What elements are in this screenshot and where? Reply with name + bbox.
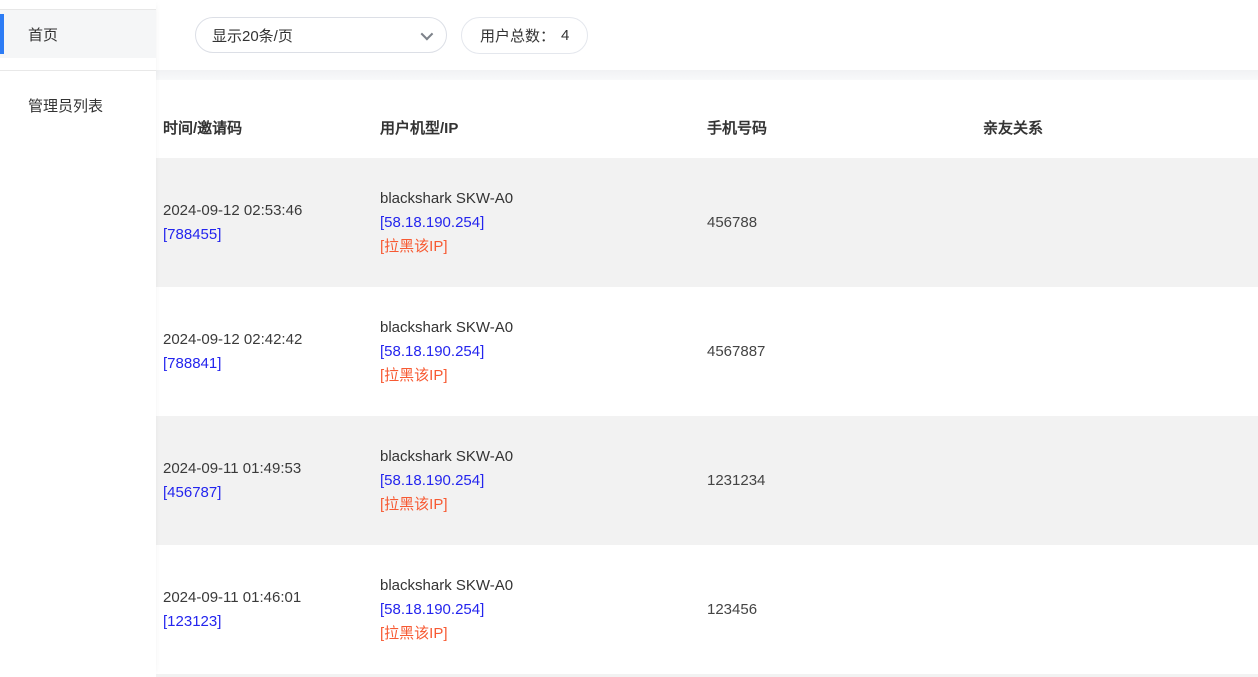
cell-time-invite: 2024-09-12 02:53:46 [788455] [163,199,380,247]
invite-code-link[interactable]: [788841] [163,352,221,376]
cell-phone: 123456 [707,601,983,618]
column-header-phone: 手机号码 [707,117,983,138]
ip-link[interactable]: [58.18.190.254] [380,340,484,364]
column-header-time-invite: 时间/邀请码 [163,117,380,138]
toolbar: 显示20条/页 用户总数： 4 [156,0,1258,70]
row-device: blackshark SKW-A0 [380,316,707,340]
sidebar: 首页 管理员列表 [0,0,156,677]
ip-link[interactable]: [58.18.190.254] [380,469,484,493]
row-time: 2024-09-12 02:53:46 [163,199,380,223]
row-time: 2024-09-11 01:49:53 [163,457,380,481]
cell-time-invite: 2024-09-11 01:49:53 [456787] [163,457,380,505]
cell-device-ip: blackshark SKW-A0 [58.18.190.254] [拉黑该IP… [380,187,707,259]
active-indicator-bar [0,14,4,54]
blacklist-ip-action[interactable]: [拉黑该IP] [380,235,448,259]
invite-code-link[interactable]: [788455] [163,223,221,247]
table-row: 2024-09-12 02:53:46 [788455] blackshark … [156,158,1258,287]
user-total-label: 用户总数： [480,25,555,46]
topbar-divider-band [156,70,1258,80]
cell-phone: 456788 [707,214,983,231]
cell-device-ip: blackshark SKW-A0 [58.18.190.254] [拉黑该IP… [380,445,707,517]
sidebar-item-label: 管理员列表 [28,95,103,116]
ip-link[interactable]: [58.18.190.254] [380,211,484,235]
row-time: 2024-09-11 01:46:01 [163,586,380,610]
sidebar-item-admin-list[interactable]: 管理员列表 [0,81,156,129]
column-header-device-ip: 用户机型/IP [380,117,707,138]
app-window: 首页 管理员列表 显示20条/页 用户总数： 4 时间/邀请码 用户机型/IP [0,0,1258,677]
user-total-value: 4 [561,27,569,44]
table-header-row: 时间/邀请码 用户机型/IP 手机号码 亲友关系 [156,80,1258,158]
column-header-relation: 亲友关系 [983,117,1258,138]
table-row: 2024-09-11 01:49:53 [456787] blackshark … [156,416,1258,545]
user-table: 时间/邀请码 用户机型/IP 手机号码 亲友关系 2024-09-12 02:5… [156,80,1258,677]
blacklist-ip-action[interactable]: [拉黑该IP] [380,364,448,388]
chevron-down-icon [421,28,434,41]
invite-code-link[interactable]: [123123] [163,610,221,634]
row-device: blackshark SKW-A0 [380,574,707,598]
cell-phone: 4567887 [707,343,983,360]
blacklist-ip-action[interactable]: [拉黑该IP] [380,622,448,646]
cell-phone: 1231234 [707,472,983,489]
sidebar-divider [0,70,156,71]
row-device: blackshark SKW-A0 [380,187,707,211]
invite-code-link[interactable]: [456787] [163,481,221,505]
table-row: 2024-09-11 01:46:01 [123123] blackshark … [156,545,1258,674]
blacklist-ip-action[interactable]: [拉黑该IP] [380,493,448,517]
cell-device-ip: blackshark SKW-A0 [58.18.190.254] [拉黑该IP… [380,574,707,646]
sidebar-item-home[interactable]: 首页 [0,10,156,58]
page-size-select-value: 显示20条/页 [212,25,293,46]
cell-time-invite: 2024-09-12 02:42:42 [788841] [163,328,380,376]
table-row: 2024-09-12 02:42:42 [788841] blackshark … [156,287,1258,416]
sidebar-item-label: 首页 [28,24,58,45]
cell-time-invite: 2024-09-11 01:46:01 [123123] [163,586,380,634]
page-size-select[interactable]: 显示20条/页 [195,17,447,53]
main-content: 显示20条/页 用户总数： 4 时间/邀请码 用户机型/IP 手机号码 亲友关系… [156,0,1258,677]
user-total-badge: 用户总数： 4 [461,17,588,54]
sidebar-top-divider [0,0,156,10]
row-time: 2024-09-12 02:42:42 [163,328,380,352]
ip-link[interactable]: [58.18.190.254] [380,598,484,622]
cell-device-ip: blackshark SKW-A0 [58.18.190.254] [拉黑该IP… [380,316,707,388]
row-device: blackshark SKW-A0 [380,445,707,469]
